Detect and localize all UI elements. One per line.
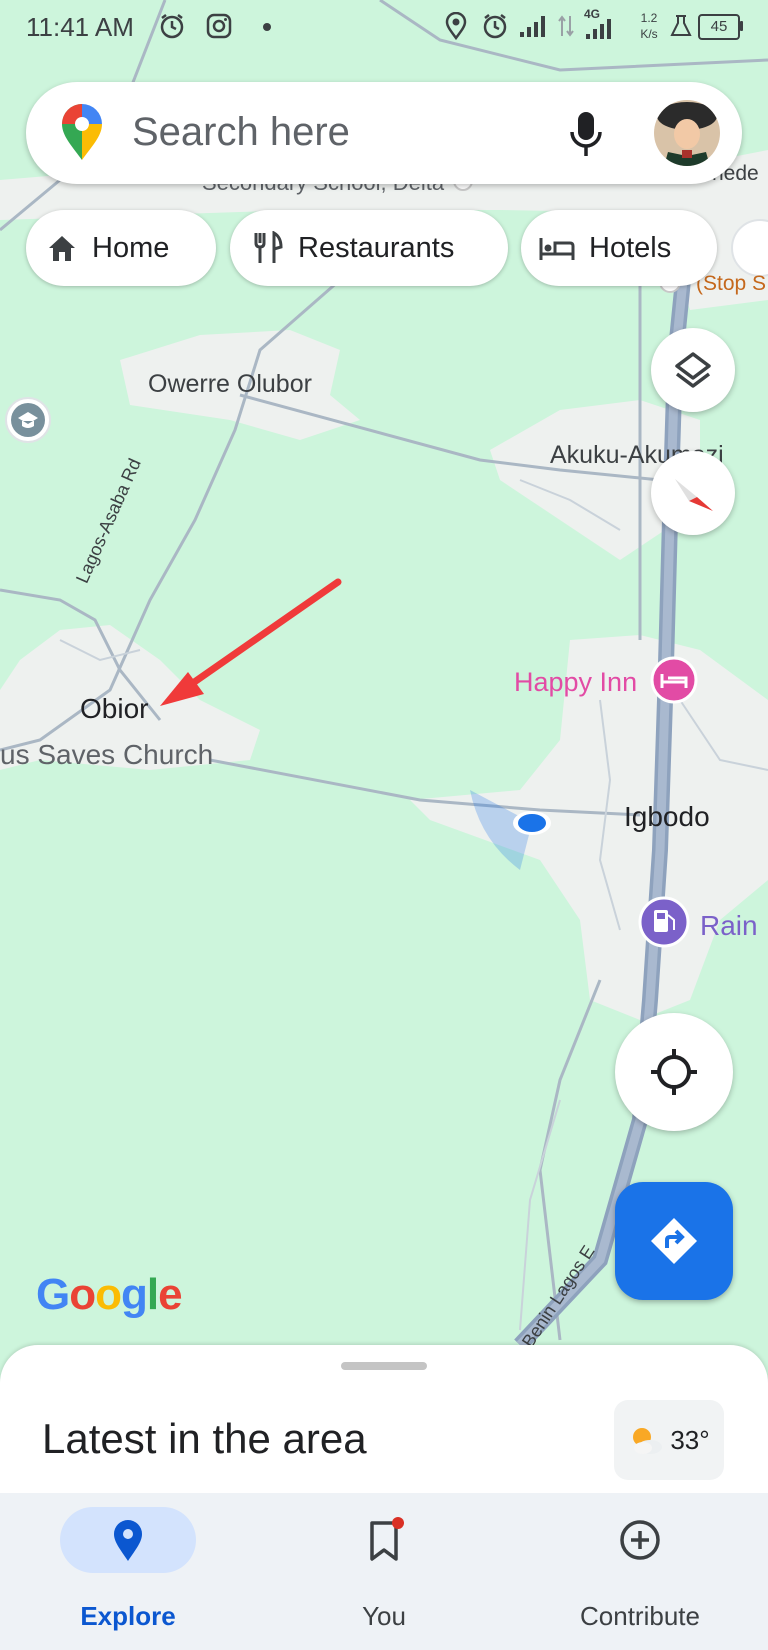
map-label-rain[interactable]: Rain — [700, 910, 758, 942]
compass-icon — [675, 479, 713, 511]
home-icon — [49, 236, 75, 261]
directions-icon — [651, 1218, 697, 1264]
temperature: 33° — [670, 1424, 710, 1455]
nav-explore[interactable]: Explore — [0, 1493, 256, 1650]
google-logo: Google — [36, 1270, 183, 1320]
signal-icon-1 — [520, 16, 545, 37]
battery-level: 45 — [710, 18, 728, 35]
net-speed-value: 1.2 — [640, 11, 658, 25]
google-logo-letter: o — [69, 1270, 96, 1319]
bottom-sheet[interactable]: Latest in the area 33° — [0, 1345, 768, 1495]
flask-icon — [670, 15, 692, 36]
avatar-image — [654, 100, 720, 166]
status-time: 11:41 AM — [26, 12, 134, 42]
map-label-obior[interactable]: Obior — [80, 693, 148, 725]
chip-restaurants-label: Restaurants — [298, 231, 455, 264]
layers-button[interactable] — [651, 328, 735, 412]
compass-button[interactable] — [651, 451, 735, 535]
nav-you[interactable]: You — [256, 1493, 512, 1650]
net-speed-unit: K/s — [640, 27, 658, 41]
sheet-title: Latest in the area — [42, 1415, 367, 1462]
battery-icon: 45 — [698, 14, 740, 40]
sheet-drag-handle[interactable] — [341, 1362, 427, 1370]
search-bar[interactable]: Search here — [26, 82, 742, 184]
nav-you-label: You — [362, 1601, 406, 1631]
data-arrows-icon — [558, 15, 574, 37]
my-location-icon — [651, 1049, 697, 1095]
explore-pin-icon — [114, 1520, 142, 1561]
nav-contribute[interactable]: Contribute — [512, 1493, 768, 1650]
alarm-icon — [160, 14, 184, 39]
avatar[interactable] — [654, 100, 720, 166]
google-logo-letter: o — [95, 1270, 122, 1319]
chip-home[interactable]: Home — [26, 210, 216, 286]
google-logo-letter: l — [146, 1270, 159, 1319]
google-logo-letter: G — [36, 1270, 70, 1319]
hotel-icon — [539, 238, 575, 260]
weather-chip[interactable]: 33° — [614, 1400, 724, 1480]
mic-icon[interactable] — [566, 110, 606, 158]
chip-hotels[interactable]: Hotels — [521, 210, 717, 286]
instagram-icon — [206, 13, 232, 39]
location-status-icon — [445, 12, 467, 40]
map-label-happy-inn[interactable]: Happy Inn — [514, 667, 637, 698]
status-bar: 11:41 AM 4G 1.2 K/s 45 — [0, 0, 768, 52]
google-logo-letter: e — [158, 1270, 183, 1319]
search-input[interactable]: Search here — [132, 110, 350, 155]
restaurant-icon — [254, 231, 283, 263]
chip-hotels-label: Hotels — [589, 231, 672, 264]
map-label-church[interactable]: us Saves Church — [0, 739, 213, 771]
alarm-status-icon — [483, 14, 507, 39]
signal-icon-2 — [586, 19, 611, 39]
chip-restaurants[interactable]: Restaurants — [230, 210, 508, 286]
add-circle-icon — [620, 1520, 660, 1560]
nav-explore-label: Explore — [80, 1601, 176, 1631]
directions-button[interactable] — [615, 1182, 733, 1300]
battery-tip — [740, 21, 743, 31]
map-label-igbodo[interactable]: Igbodo — [624, 801, 710, 833]
nav-contribute-label: Contribute — [580, 1601, 700, 1631]
my-location-button[interactable] — [615, 1013, 733, 1131]
chip-home-label: Home — [92, 231, 170, 264]
layers-icon — [675, 352, 711, 388]
google-logo-letter: g — [121, 1270, 148, 1319]
notification-dot-icon — [263, 23, 271, 31]
maps-logo-icon — [62, 104, 102, 160]
bottom-nav: Explore You Contribute — [0, 1493, 768, 1650]
map-label-owerre-olubor[interactable]: Owerre Olubor — [148, 370, 312, 399]
bookmark-icon — [370, 1517, 404, 1561]
map-label-stop[interactable]: (Stop S — [696, 272, 766, 296]
weather-partly-cloudy-icon — [633, 1428, 663, 1454]
